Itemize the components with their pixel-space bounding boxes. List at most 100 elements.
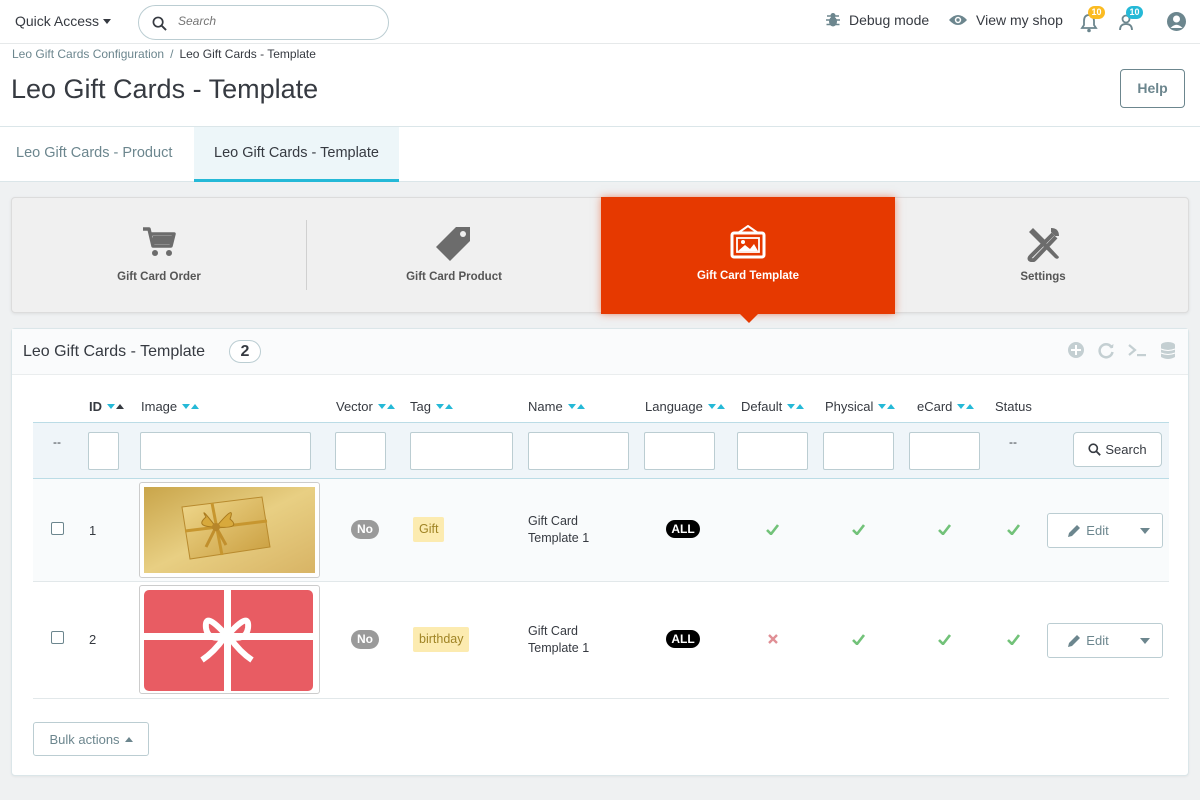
- column-label: Vector: [336, 399, 373, 414]
- cross-icon[interactable]: [768, 634, 778, 644]
- tag-icon: [436, 227, 470, 261]
- add-icon[interactable]: [1067, 341, 1085, 359]
- vector-badge: No: [351, 520, 379, 539]
- column-header-image[interactable]: Image: [141, 399, 200, 414]
- edit-label: Edit: [1086, 523, 1109, 538]
- column-header-ecard[interactable]: eCard: [917, 399, 975, 414]
- quick-access-menu[interactable]: Quick Access: [15, 13, 112, 29]
- row-image: [139, 585, 320, 694]
- breadcrumb-parent[interactable]: Leo Gift Cards Configuration: [12, 47, 164, 61]
- search-button-label: Search: [1105, 442, 1147, 457]
- module-label: Gift Card Order: [117, 271, 201, 283]
- column-header-id[interactable]: ID: [89, 399, 124, 414]
- edit-dropdown-toggle[interactable]: [1128, 624, 1162, 657]
- account-menu[interactable]: [1166, 11, 1187, 37]
- bug-icon: [826, 13, 840, 27]
- check-icon[interactable]: [1007, 634, 1020, 645]
- column-header-vector[interactable]: Vector: [336, 399, 395, 414]
- row-name-line1: Gift Card: [528, 624, 579, 638]
- database-icon[interactable]: [1159, 341, 1177, 361]
- breadcrumb: Leo Gift Cards Configuration / Leo Gift Ca…: [12, 47, 316, 61]
- edit-button[interactable]: Edit: [1048, 624, 1128, 657]
- page-header: Leo Gift Cards Configuration / Leo Gift Ca…: [0, 44, 1200, 182]
- search-input[interactable]: [178, 14, 378, 28]
- search-button[interactable]: Search: [1073, 432, 1162, 467]
- column-header-default[interactable]: Default: [741, 399, 805, 414]
- search-icon: [152, 16, 167, 31]
- panel-title: Leo Gift Cards - Template: [23, 343, 206, 360]
- column-label: Physical: [825, 399, 874, 414]
- module-gift-card-template[interactable]: Gift Card Template: [601, 197, 895, 323]
- breadcrumb-current: Leo Gift Cards - Template: [179, 47, 316, 61]
- breadcrumb-separator: /: [170, 47, 174, 61]
- filter-status-dash: --: [1009, 435, 1017, 449]
- bulk-actions-button[interactable]: Bulk actions: [33, 722, 149, 756]
- check-icon[interactable]: [852, 634, 865, 645]
- orders-notification[interactable]: 10: [1080, 6, 1105, 33]
- vector-badge: No: [351, 630, 379, 649]
- column-label: Name: [528, 399, 563, 414]
- tools-icon: [1027, 228, 1059, 262]
- column-header-language[interactable]: Language: [645, 399, 725, 414]
- column-label: Image: [141, 399, 178, 414]
- image-icon: [730, 225, 766, 259]
- view-shop-link[interactable]: View my shop: [948, 12, 1063, 28]
- column-header-name[interactable]: Name: [528, 399, 585, 414]
- filter-ecard-input[interactable]: [909, 432, 980, 470]
- filter-language-input[interactable]: [644, 432, 715, 470]
- filter-id-input[interactable]: [88, 432, 119, 470]
- filter-tag-input[interactable]: [410, 432, 513, 470]
- debug-mode-label: Debug mode: [849, 12, 930, 28]
- filter-name-input[interactable]: [528, 432, 629, 470]
- row-name: Gift Card Template 1: [528, 623, 608, 657]
- check-icon[interactable]: [938, 634, 951, 645]
- top-header: Quick Access Debug mode View my shop 10 …: [0, 0, 1200, 44]
- check-icon[interactable]: [938, 524, 951, 535]
- cart-icon: [143, 227, 176, 256]
- module-label: Settings: [1020, 271, 1066, 283]
- row-checkbox[interactable]: [51, 631, 64, 644]
- template-list-panel: Leo Gift Cards - Template 2 ID Image Vec…: [11, 328, 1189, 776]
- edit-dropdown-toggle[interactable]: [1128, 514, 1162, 547]
- row-id: 2: [89, 632, 97, 647]
- caret-up-icon: [124, 736, 133, 742]
- language-badge: ALL: [666, 630, 700, 648]
- column-header-tag[interactable]: Tag: [410, 399, 453, 414]
- tab-product[interactable]: Leo Gift Cards - Product: [0, 127, 188, 182]
- column-label: ID: [89, 399, 102, 414]
- pencil-icon: [1068, 524, 1081, 537]
- refresh-icon[interactable]: [1097, 341, 1115, 359]
- filter-physical-input[interactable]: [823, 432, 894, 470]
- row-checkbox[interactable]: [51, 522, 64, 535]
- gold-gift-card-image: [144, 487, 315, 573]
- module-label: Gift Card Template: [696, 270, 800, 282]
- check-icon[interactable]: [852, 524, 865, 535]
- filter-image-input[interactable]: [140, 432, 311, 470]
- filter-dash: --: [53, 435, 61, 449]
- debug-mode-link[interactable]: Debug mode: [825, 12, 929, 28]
- check-icon[interactable]: [766, 524, 779, 535]
- tag-badge: birthday: [413, 627, 470, 652]
- module-gift-card-order[interactable]: Gift Card Order: [12, 198, 306, 314]
- search-box[interactable]: [138, 5, 389, 40]
- module-settings[interactable]: Settings: [896, 198, 1190, 314]
- filter-default-input[interactable]: [737, 432, 808, 470]
- table-row[interactable]: 1 No Gift Gift Card Template 1 ALL Edit: [33, 479, 1169, 582]
- row-name-line2: Template 1: [528, 531, 590, 545]
- tab-template[interactable]: Leo Gift Cards - Template: [194, 127, 399, 182]
- bulk-actions-label: Bulk actions: [49, 731, 120, 747]
- edit-label: Edit: [1086, 633, 1109, 648]
- row-id: 1: [89, 523, 97, 538]
- table-row[interactable]: 2 No birthday Gift Card Template 1 ALL E…: [33, 582, 1169, 699]
- chevron-down-icon: [103, 18, 112, 24]
- help-button[interactable]: Help: [1120, 69, 1185, 108]
- edit-button[interactable]: Edit: [1048, 514, 1128, 547]
- customers-notification[interactable]: 10: [1118, 6, 1143, 32]
- check-icon[interactable]: [1007, 524, 1020, 535]
- column-header-physical[interactable]: Physical: [825, 399, 896, 414]
- filter-vector-input[interactable]: [335, 432, 386, 470]
- row-name-line2: Template 1: [528, 641, 590, 655]
- terminal-icon[interactable]: [1127, 341, 1147, 359]
- orders-badge: 10: [1088, 6, 1105, 19]
- module-gift-card-product[interactable]: Gift Card Product: [307, 198, 601, 314]
